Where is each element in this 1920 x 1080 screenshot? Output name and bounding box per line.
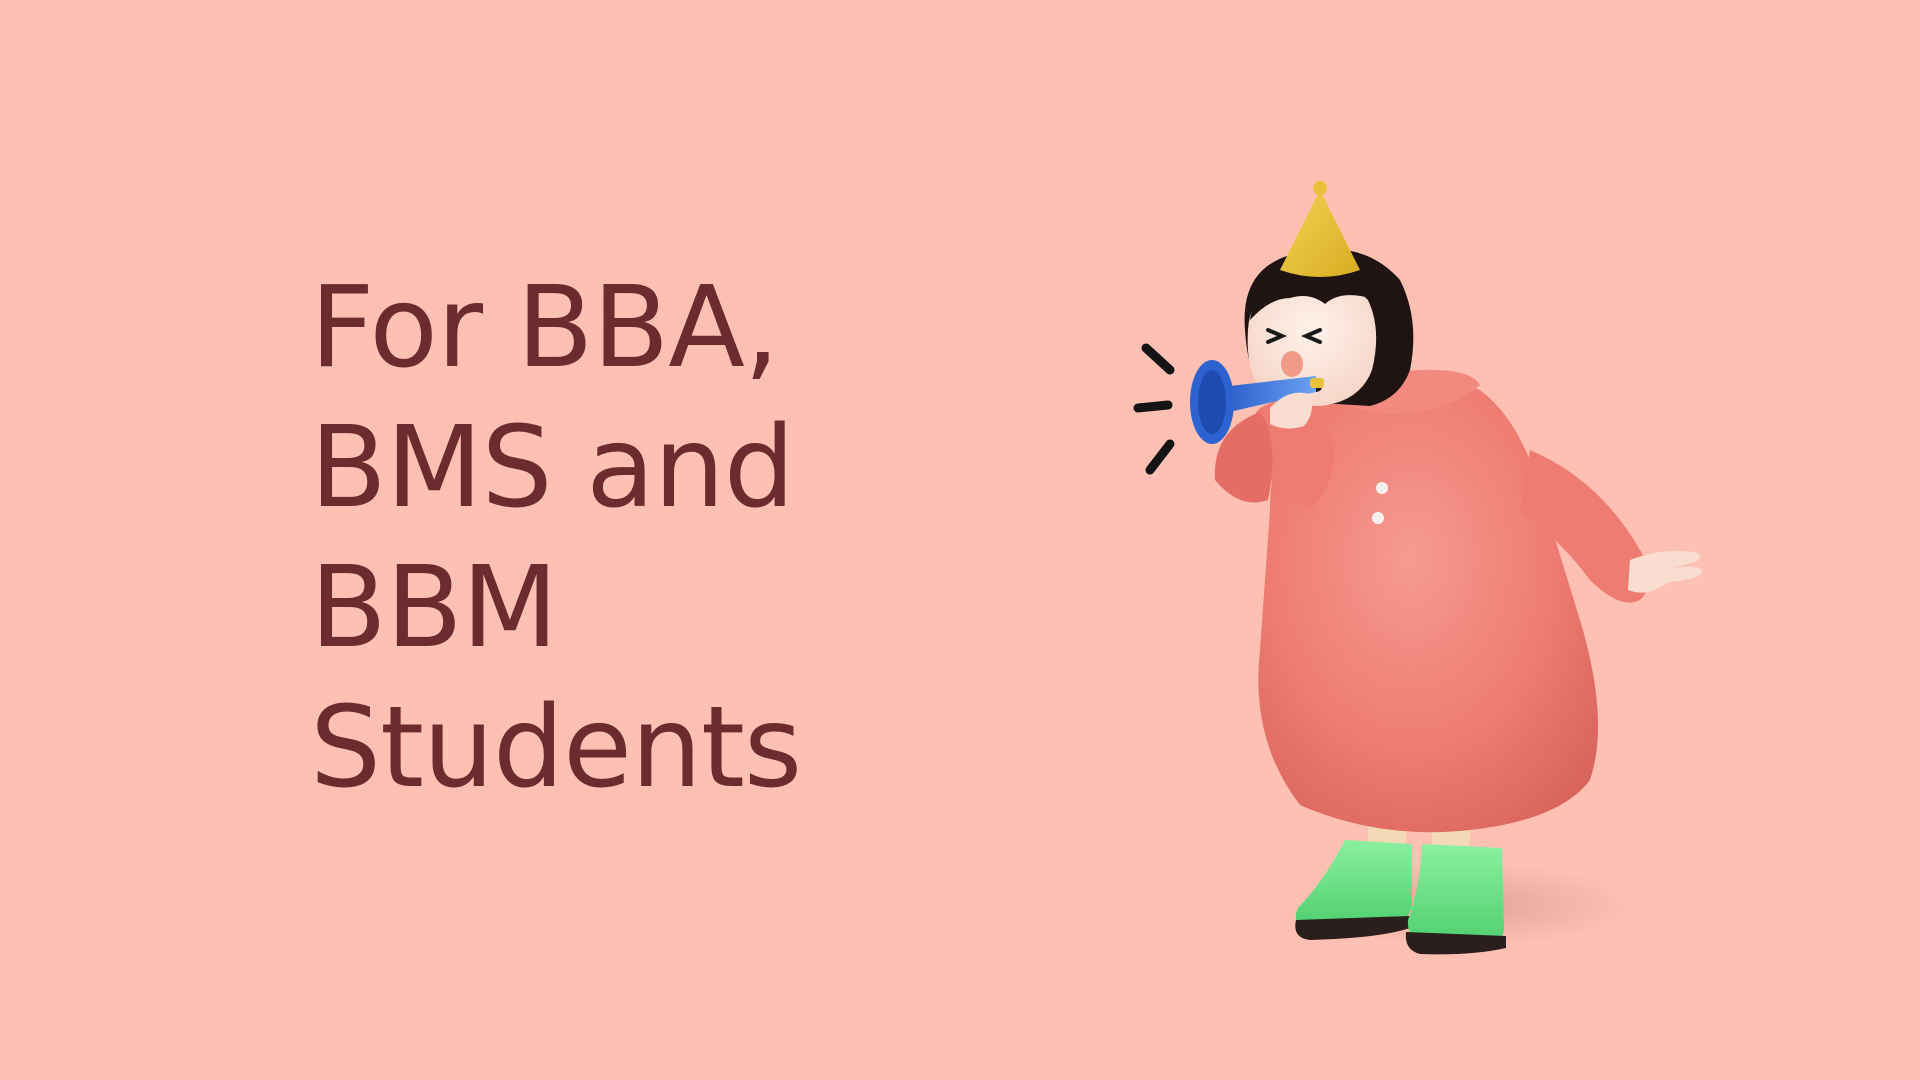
sound-lines-icon bbox=[1133, 343, 1175, 475]
coat-button bbox=[1376, 482, 1388, 494]
headline: For BBA, BMS and BBM Students bbox=[310, 258, 930, 818]
coat-button bbox=[1372, 512, 1384, 524]
slide-canvas: For BBA, BMS and BBM Students bbox=[0, 0, 1920, 1080]
party-hat-icon bbox=[1280, 181, 1360, 277]
headline-line-4: Students bbox=[310, 683, 802, 813]
headline-line-1: For BBA, bbox=[310, 263, 780, 393]
girl-party-horn-illustration bbox=[1133, 181, 1702, 955]
headline-line-2: BMS and bbox=[310, 403, 795, 533]
right-hand bbox=[1628, 551, 1702, 593]
headline-line-3: BBM bbox=[310, 543, 558, 673]
nose bbox=[1281, 351, 1303, 377]
